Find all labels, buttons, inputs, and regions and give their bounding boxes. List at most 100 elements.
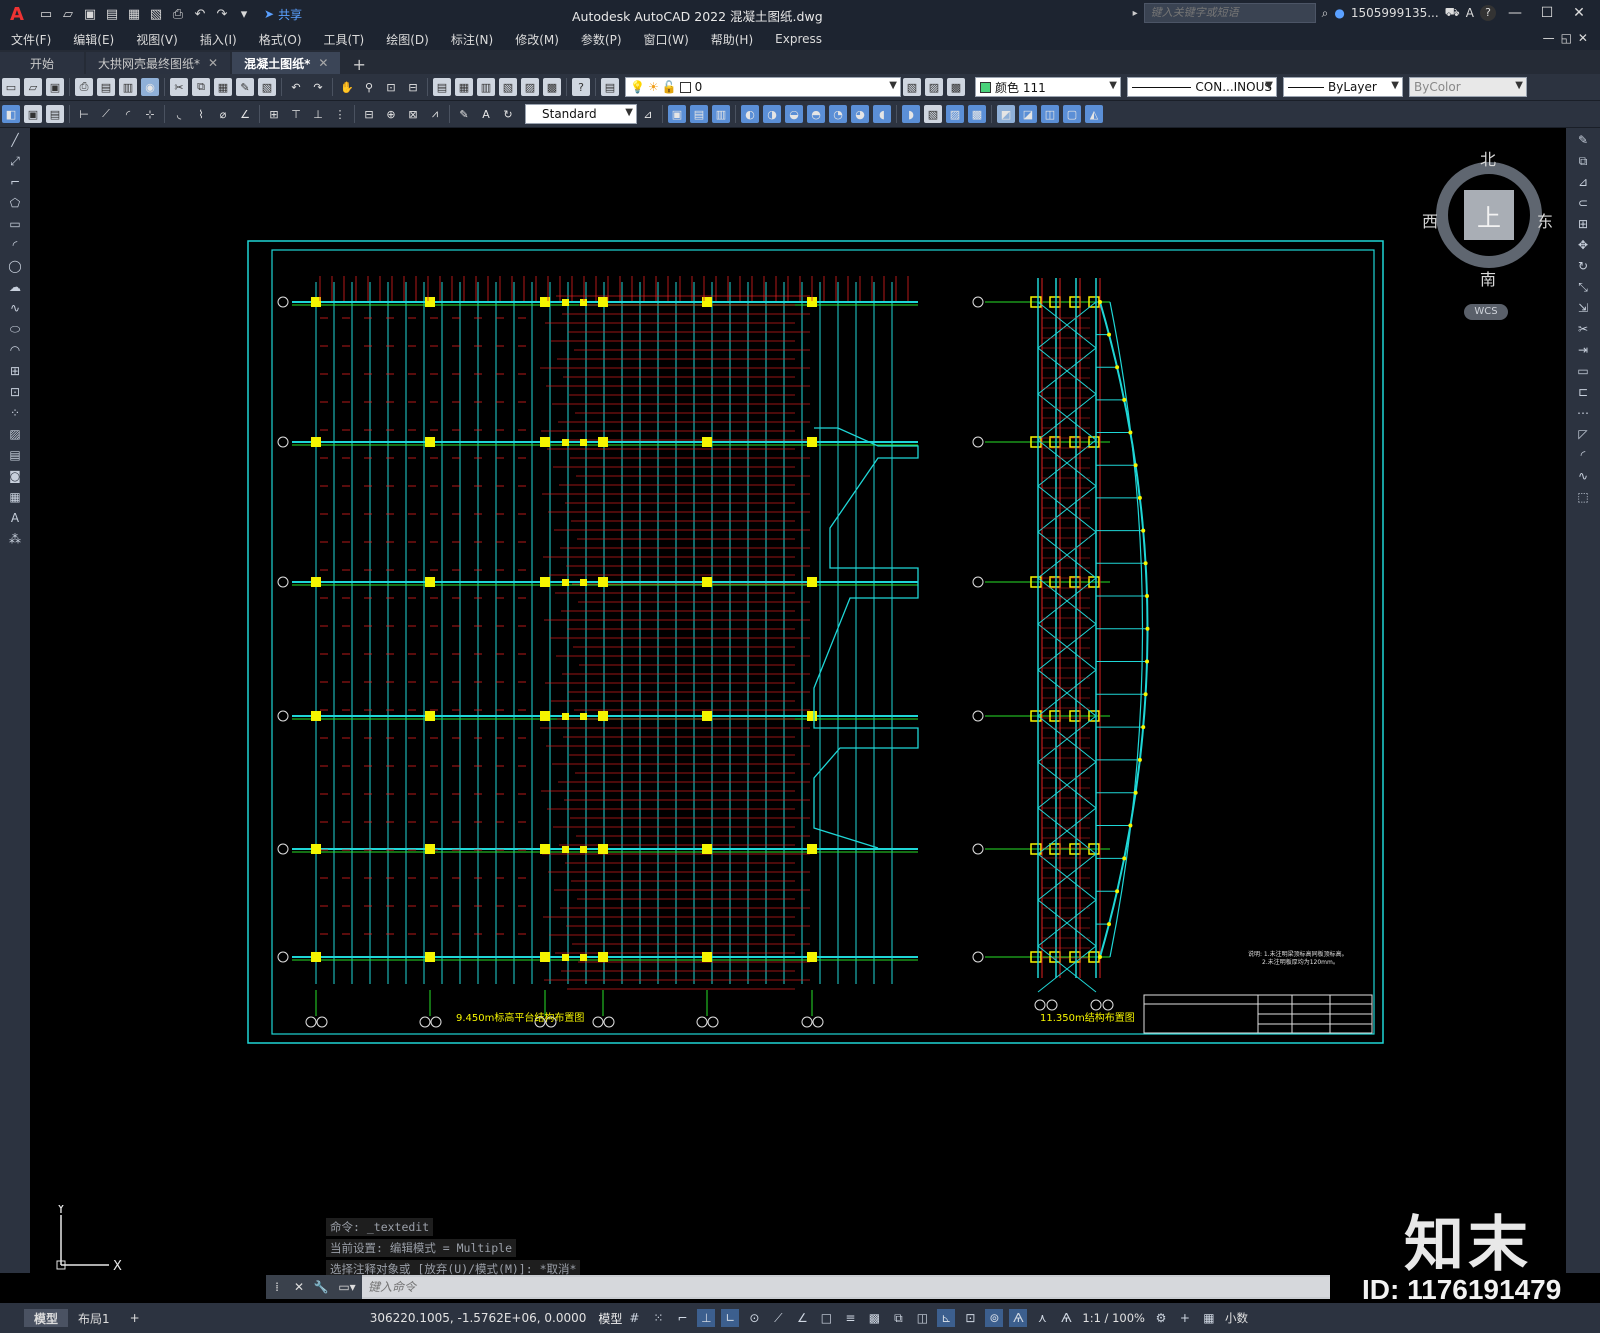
units-icon[interactable]: ▦ <box>1200 1309 1218 1327</box>
make-block-icon[interactable]: ⊡ <box>6 383 24 401</box>
annotation-visibility-icon[interactable]: Ѧ <box>1009 1309 1028 1327</box>
gradient-icon[interactable]: ▤ <box>6 446 24 464</box>
continue-dimension-icon[interactable]: ⊥ <box>309 105 327 123</box>
dynamic-input-icon[interactable]: ⊥ <box>697 1309 716 1327</box>
viewcube-top-face[interactable]: 上 <box>1464 190 1514 240</box>
new-icon[interactable]: ▭ <box>2 78 20 96</box>
gear-icon[interactable]: ⚙ <box>1152 1309 1170 1327</box>
revision-cloud-icon[interactable]: ☁ <box>6 278 24 296</box>
menu-parametric[interactable]: 参数(P) <box>570 31 633 48</box>
drawing-area[interactable]: 9.450m标高平台结构布置图 11.350m结构布置图 说明: 1.未注明梁顶… <box>30 128 1566 1273</box>
section-icon[interactable]: ◕ <box>851 105 869 123</box>
redo-icon[interactable]: ↷ <box>212 4 232 24</box>
rotate-icon[interactable]: ↻ <box>1574 257 1592 275</box>
slice-icon[interactable]: ◓ <box>807 105 825 123</box>
dimension-text-edit-icon[interactable]: A <box>477 105 495 123</box>
menu-modify[interactable]: 修改(M) <box>504 31 570 48</box>
menu-express[interactable]: Express <box>764 32 833 46</box>
minimize-button[interactable]: — <box>1502 5 1528 21</box>
autodesk-app-icon[interactable]: A <box>1466 6 1474 20</box>
autocad-logo-icon[interactable]: A <box>6 3 28 25</box>
menu-file[interactable]: 文件(F) <box>0 31 62 48</box>
tab-model[interactable]: 模型 <box>24 1309 69 1327</box>
viewcube[interactable]: 上 北 南 西 东 WCS <box>1422 146 1554 320</box>
menu-insert[interactable]: 插入(I) <box>189 31 248 48</box>
save-as-icon[interactable]: ▤ <box>102 4 122 24</box>
insert-block-icon[interactable]: ⊞ <box>6 362 24 380</box>
menu-draw[interactable]: 绘图(D) <box>375 31 440 48</box>
menu-help[interactable]: 帮助(H) <box>700 31 764 48</box>
document-window-controls[interactable]: —◱✕ <box>1543 31 1594 45</box>
close-icon[interactable]: ✕ <box>208 56 218 70</box>
subtract-icon[interactable]: ◑ <box>763 105 781 123</box>
dynamic-ucs-icon[interactable]: ⊾ <box>937 1309 956 1327</box>
annotation-scale[interactable]: 1:1 / 100% <box>1082 1311 1145 1325</box>
recent-commands-icon[interactable]: ▭▾ <box>332 1275 362 1299</box>
user-icon[interactable]: ● <box>1334 6 1344 20</box>
region-icon[interactable]: ◙ <box>6 467 24 485</box>
jogged-linear-icon[interactable]: ⩘ <box>426 105 444 123</box>
interfere-icon[interactable]: ◔ <box>829 105 847 123</box>
circle-icon[interactable]: ◯ <box>6 257 24 275</box>
menu-tools[interactable]: 工具(T) <box>313 31 376 48</box>
make-current-layer-icon[interactable]: ▧ <box>903 78 921 96</box>
help-icon[interactable]: ? <box>572 78 590 96</box>
undo-icon[interactable]: ↶ <box>287 78 305 96</box>
open-from-web-icon[interactable]: ▦ <box>124 4 144 24</box>
share-button[interactable]: ➤ 共享 <box>264 6 302 23</box>
break-icon[interactable]: ⊏ <box>1574 383 1592 401</box>
menu-view[interactable]: 视图(V) <box>125 31 189 48</box>
baseline-dimension-icon[interactable]: ⊤ <box>287 105 305 123</box>
construction-line-icon[interactable]: ⤢ <box>6 152 24 170</box>
compass-west[interactable]: 西 <box>1422 208 1438 232</box>
ordinate-dimension-icon[interactable]: ⊹ <box>141 105 159 123</box>
plot-icon[interactable]: ⎙ <box>75 78 93 96</box>
zoom-realtime-icon[interactable]: ⚲ <box>360 78 378 96</box>
multiline-text-icon[interactable]: A <box>6 509 24 527</box>
tab-dagong-drawing[interactable]: 大拱网壳最终图纸* ✕ <box>86 52 231 74</box>
polyline-icon[interactable]: ⌐ <box>6 173 24 191</box>
add-layout-button[interactable]: + <box>120 1309 150 1327</box>
offset-faces-icon[interactable]: ▨ <box>946 105 964 123</box>
save-icon[interactable]: ▣ <box>80 4 100 24</box>
wipeout-icon[interactable]: ▤ <box>46 105 64 123</box>
transparency-icon[interactable]: ▩ <box>865 1309 883 1327</box>
infer-constraints-icon[interactable]: ⌐ <box>673 1309 691 1327</box>
tab-concrete-drawing[interactable]: 混凝土图纸* ✕ <box>232 52 341 74</box>
grid-icon[interactable]: # <box>625 1309 643 1327</box>
plus-icon[interactable]: + <box>1176 1309 1194 1327</box>
menu-window[interactable]: 窗口(W) <box>633 31 700 48</box>
compass-south[interactable]: 南 <box>1480 266 1496 290</box>
tool-palettes-icon[interactable]: ▥ <box>477 78 495 96</box>
3d-print-icon[interactable]: ◉ <box>141 78 159 96</box>
plotstyle-dropdown[interactable]: ByColor ▼ <box>1409 77 1527 97</box>
zoom-previous-icon[interactable]: ⊟ <box>404 78 422 96</box>
region-icon[interactable]: ◧ <box>2 105 20 123</box>
center-mark-icon[interactable]: ⊕ <box>382 105 400 123</box>
match-properties-icon[interactable]: ✎ <box>236 78 254 96</box>
zoom-window-icon[interactable]: ⊡ <box>382 78 400 96</box>
layer-previous-icon[interactable]: ▨ <box>925 78 943 96</box>
plot-icon[interactable]: ⎙ <box>168 4 188 24</box>
customize-wrench-icon[interactable]: 🔧 <box>310 1275 332 1299</box>
paste-icon[interactable]: ▦ <box>214 78 232 96</box>
model-space-toggle[interactable]: 模型 <box>598 1310 622 1327</box>
quick-dimension-icon[interactable]: ⊞ <box>265 105 283 123</box>
dimension-space-icon[interactable]: ⋮ <box>331 105 349 123</box>
table-icon[interactable]: ▦ <box>6 488 24 506</box>
spline-icon[interactable]: ∿ <box>6 299 24 317</box>
quickcalc-icon[interactable]: ▩ <box>543 78 561 96</box>
blend-curves-icon[interactable]: ∿ <box>1574 467 1592 485</box>
diameter-dimension-icon[interactable]: ⌀ <box>214 105 232 123</box>
cart-icon[interactable]: ⛟ <box>1445 5 1460 21</box>
lineweight-dropdown[interactable]: ByLayer ▼ <box>1283 77 1403 97</box>
tolerance-icon[interactable]: ⊟ <box>360 105 378 123</box>
new-icon[interactable]: ▭ <box>36 4 56 24</box>
open-icon[interactable]: ▱ <box>58 4 78 24</box>
search-input[interactable] <box>1143 3 1316 23</box>
dimension-edit-icon[interactable]: ✎ <box>455 105 473 123</box>
explode-icon[interactable]: ⬚ <box>1574 488 1592 506</box>
pan-icon[interactable]: ✋ <box>338 78 356 96</box>
tab-start[interactable]: 开始 <box>0 52 85 74</box>
linetype-dropdown[interactable]: CON...INOUS ▼ <box>1127 77 1277 97</box>
